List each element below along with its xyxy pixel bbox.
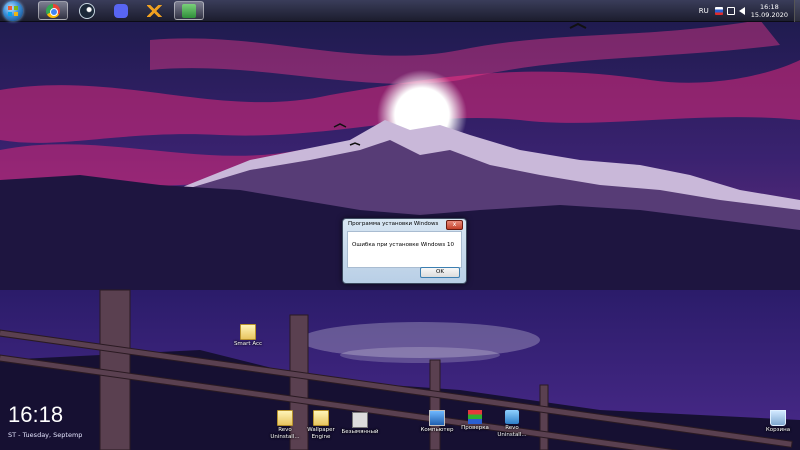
taskbar: RU 16:18 15.09.2020 (0, 0, 800, 22)
start-button[interactable] (3, 1, 23, 21)
revo-icon (505, 410, 519, 424)
flag-icon[interactable] (714, 7, 723, 15)
desktop-icon-label: Smart Acc (233, 341, 263, 347)
stalker-icon (147, 4, 163, 17)
network-icon[interactable] (726, 7, 735, 15)
dialog-message: Ошибка при установке Windows 10 (352, 242, 454, 248)
taskbar-steam-button[interactable] (72, 1, 102, 20)
show-desktop-button[interactable] (794, 0, 800, 22)
dialog-ok-button[interactable]: OK (420, 267, 460, 278)
desktop-icon-untitled[interactable]: Безымянный (338, 412, 382, 436)
desktop-icon-wallpaper-engine[interactable]: Wallpaper Engine (299, 410, 343, 440)
folder-icon (313, 410, 329, 426)
desktop-icon-recycle-bin[interactable]: Корзина (756, 410, 800, 434)
folder-icon (240, 324, 256, 340)
language-indicator[interactable]: RU (699, 7, 709, 15)
shortcut-icon (352, 412, 368, 428)
recycle-bin-icon (770, 410, 786, 426)
desktop-icon-label: Wallpaper Engine (307, 427, 335, 440)
desktop-icon-label: Revo Uninstall... (497, 425, 527, 438)
dialog-title: Программа установки Windows (348, 221, 439, 227)
taskbar-chrome-button[interactable] (38, 1, 68, 20)
taskbar-stalker-button[interactable] (140, 1, 170, 20)
taskbar-discord-button[interactable] (106, 1, 136, 20)
error-dialog: Программа установки Windows x Ошибка при… (342, 218, 467, 284)
tray-time: 16:18 (760, 3, 779, 11)
desktop-icon-revo-uninstaller-2[interactable]: Revo Uninstall... (490, 410, 534, 438)
desktop-icon-label: Безымянный (341, 429, 379, 435)
check-app-icon (468, 410, 482, 424)
clock-widget-time: 16:18 (8, 402, 64, 427)
tray-clock[interactable]: 16:18 15.09.2020 (751, 3, 788, 19)
dialog-body: Ошибка при установке Windows 10 (347, 231, 462, 268)
clock-widget-date: ST - Tuesday, Septemp (8, 431, 83, 439)
computer-icon (429, 410, 445, 426)
steam-icon (79, 2, 95, 19)
folder-icon (277, 410, 293, 426)
discord-icon (114, 3, 128, 18)
dialog-close-button[interactable]: x (446, 220, 463, 230)
system-tray: RU 16:18 15.09.2020 (699, 0, 800, 22)
desktop-icon-smart-acc[interactable]: Smart Acc (226, 324, 270, 348)
desktop-icon-label: Корзина (765, 427, 791, 433)
tray-date: 15.09.2020 (750, 11, 788, 19)
installer-icon (182, 3, 196, 18)
chrome-icon (46, 3, 60, 18)
volume-icon[interactable] (738, 7, 745, 15)
taskbar-installer-button[interactable] (174, 1, 204, 20)
